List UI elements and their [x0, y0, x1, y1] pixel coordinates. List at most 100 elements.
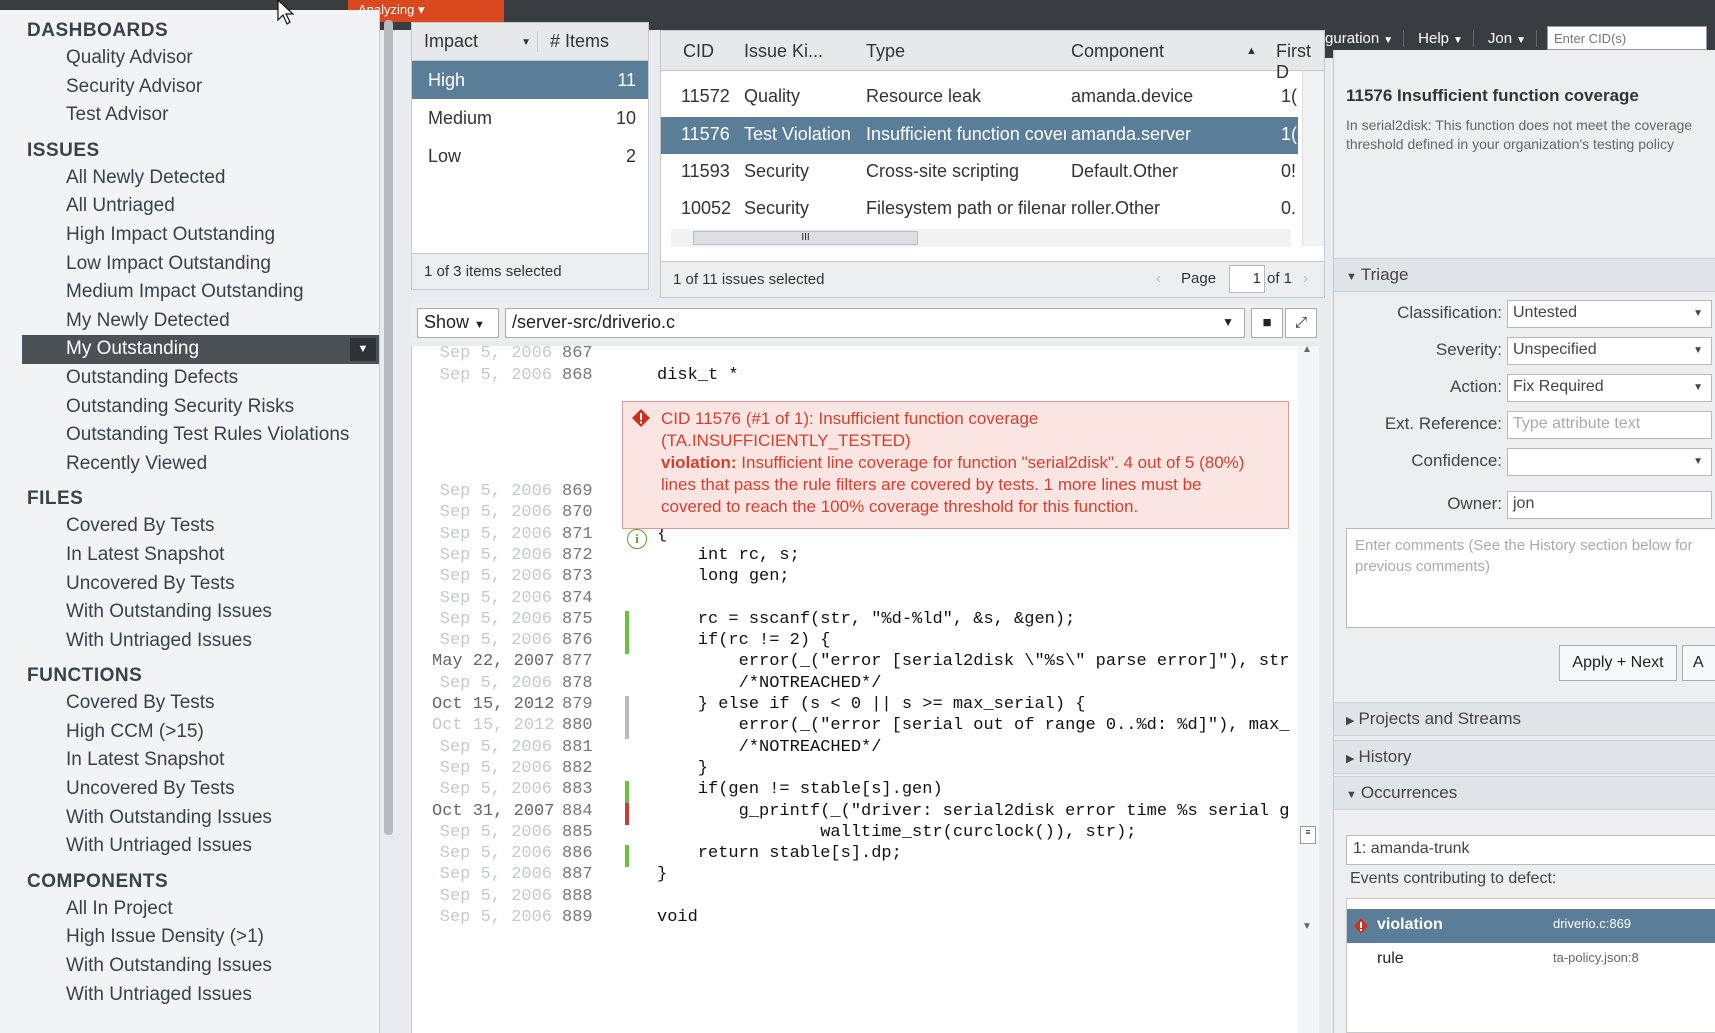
issue-first-detected: 1( [1281, 86, 1298, 106]
issues-horizontal-scrollbar[interactable]: III [671, 229, 1291, 247]
type-column-header[interactable]: Type [866, 41, 905, 62]
sidebar-item-components-high-density[interactable]: High Issue Density (>1) [0, 923, 379, 952]
issue-row[interactable]: 11593 Security Cross-site scripting Defa… [661, 154, 1298, 191]
sidebar-item-functions-untriaged[interactable]: With Untriaged Issues [0, 832, 379, 861]
sidebar-item-outstanding-defects[interactable]: Outstanding Defects [0, 364, 379, 393]
issue-type: Insufficient function cover: [866, 124, 1066, 144]
sidebar-item-components-untriaged[interactable]: With Untriaged Issues [0, 981, 379, 1010]
next-page-icon[interactable]: › [1303, 270, 1308, 287]
owner-input[interactable]: jon [1507, 491, 1712, 519]
scroll-down-icon[interactable]: ▼ [1302, 921, 1312, 932]
issue-row[interactable]: 10052 Security Filesystem path or filena… [661, 191, 1298, 228]
sidebar-item-files-outstanding[interactable]: With Outstanding Issues [0, 598, 379, 627]
classification-select[interactable]: Untested ▼ [1507, 300, 1712, 328]
line-number: 886 [562, 844, 593, 864]
page-input[interactable]: 1 [1229, 265, 1265, 293]
sidebar-item-functions-latest[interactable]: In Latest Snapshot [0, 746, 379, 775]
scroll-up-icon[interactable]: ▲ [1302, 346, 1312, 355]
sidebar-item-components-outstanding[interactable]: With Outstanding Issues [0, 952, 379, 981]
issue-row[interactable]: 11572 Quality Resource leak amanda.devic… [661, 79, 1298, 116]
chevron-down-icon: ▼ [1693, 456, 1703, 467]
sidebar-item-components-all[interactable]: All In Project [0, 895, 379, 924]
scroll-thumb[interactable]: III [693, 231, 918, 245]
line-number: 880 [562, 716, 593, 736]
triage-section-header[interactable]: ▼ Triage [1334, 258, 1715, 292]
sidebar-item-outstanding-test-rules[interactable]: Outstanding Test Rules Violations [0, 421, 379, 450]
issue-kind: Test Violation [744, 124, 851, 144]
sidebar-item-files-covered[interactable]: Covered By Tests [0, 512, 379, 541]
owner-label: Owner: [1447, 494, 1502, 513]
cid-column-header[interactable]: CID [683, 41, 714, 62]
sidebar-item-high-impact[interactable]: High Impact Outstanding [0, 221, 379, 250]
info-icon[interactable]: i [627, 529, 647, 549]
sort-ascending-icon[interactable]: ▲ [1246, 45, 1257, 57]
prev-page-icon[interactable]: ‹ [1156, 270, 1161, 287]
apply-button[interactable]: A [1682, 645, 1715, 681]
severity-select[interactable]: Unspecified ▼ [1507, 337, 1712, 365]
sidebar-item-all-untriaged[interactable]: All Untriaged [0, 192, 379, 221]
chevron-down-icon[interactable]: ▼ [521, 37, 531, 48]
projects-streams-section-header[interactable]: ▶ Projects and Streams [1334, 702, 1715, 736]
sidebar-item-files-latest[interactable]: In Latest Snapshot [0, 541, 379, 570]
issues-selected-count: 1 of 11 issues selected [673, 271, 825, 288]
issue-first-detected: 0. [1281, 198, 1297, 218]
user-menu[interactable]: Jon ▼ [1478, 29, 1537, 47]
help-menu[interactable]: Help ▼ [1408, 29, 1474, 47]
sidebar-item-quality-advisor[interactable]: Quality Advisor [0, 44, 379, 73]
chevron-down-icon[interactable]: ▼ [350, 338, 376, 362]
occurrences-section-header[interactable]: ▼ Occurrences [1334, 776, 1715, 810]
items-column-header[interactable]: # Items [537, 31, 609, 52]
line-code: disk_t * [657, 366, 739, 385]
sidebar-item-files-untriaged[interactable]: With Untriaged Issues [0, 627, 379, 656]
sidebar-scrollbar[interactable] [384, 20, 393, 835]
line-code: if(rc != 2) { [657, 631, 831, 651]
sidebar-item-medium-impact[interactable]: Medium Impact Outstanding [0, 278, 379, 307]
confidence-select[interactable]: ▼ [1507, 448, 1712, 476]
expand-icon[interactable]: ⤢ [1285, 308, 1317, 338]
sidebar-item-all-newly-detected[interactable]: All Newly Detected [0, 164, 379, 193]
code-line: Sep 5, 2006 867 [412, 346, 1292, 368]
issue-type: Resource leak [866, 86, 982, 106]
line-code: error(_("error [serial2disk \"%s\" parse… [657, 652, 1290, 672]
folder-icon[interactable]: ■ [1251, 308, 1283, 338]
sidebar-item-functions-high-ccm[interactable]: High CCM (>15) [0, 718, 379, 747]
action-select[interactable]: Fix Required ▼ [1507, 374, 1712, 402]
occurrence-select[interactable]: 1: amanda-trunk [1346, 835, 1715, 865]
sidebar-item-security-advisor[interactable]: Security Advisor [0, 73, 379, 102]
apply-next-button[interactable]: Apply + Next [1559, 645, 1677, 681]
line-number: 888 [562, 886, 593, 906]
issue-kind-column-header[interactable]: Issue Ki... [744, 41, 823, 62]
sidebar-item-test-advisor[interactable]: Test Advisor [0, 101, 379, 130]
impact-column-header[interactable]: Impact ▼ [412, 31, 537, 52]
history-section-header[interactable]: ▶ History [1334, 740, 1715, 774]
cid-search-input[interactable] [1547, 26, 1707, 50]
file-path-dropdown[interactable]: /server-src/driverio.c ▼ [505, 308, 1245, 338]
sidebar-item-functions-outstanding[interactable]: With Outstanding Issues [0, 804, 379, 833]
code-vertical-scrollbar[interactable]: ▲ ≡ ▼ [1297, 346, 1319, 1033]
caret-down-icon: ▼ [1346, 789, 1357, 801]
sidebar-item-my-newly-detected[interactable]: My Newly Detected [0, 307, 379, 336]
line-number: 868 [562, 366, 593, 385]
chevron-down-icon: ▼ [1516, 34, 1526, 46]
sidebar-item-files-uncovered[interactable]: Uncovered By Tests [0, 570, 379, 599]
issue-row-selected[interactable]: 11576 Test Violation Insufficient functi… [661, 117, 1298, 154]
sidebar-item-recently-viewed[interactable]: Recently Viewed [0, 450, 379, 479]
issues-vertical-scrollbar[interactable] [1302, 71, 1324, 246]
sidebar-item-functions-uncovered[interactable]: Uncovered By Tests [0, 775, 379, 804]
ext-reference-input[interactable]: Type attribute text [1507, 411, 1712, 439]
sidebar-item-outstanding-security[interactable]: Outstanding Security Risks [0, 393, 379, 422]
impact-row-low[interactable]: Low 2 [412, 137, 648, 175]
impact-row-high[interactable]: High 11 [412, 61, 648, 99]
sidebar-item-low-impact[interactable]: Low Impact Outstanding [0, 250, 379, 279]
chevron-down-icon: ▼ [1693, 308, 1703, 319]
sidebar-item-functions-covered[interactable]: Covered By Tests [0, 689, 379, 718]
component-column-header[interactable]: Component [1071, 41, 1164, 62]
comments-textarea[interactable]: Enter comments (See the History section … [1346, 528, 1715, 628]
chevron-down-icon: ▼ [1693, 345, 1703, 356]
event-row-selected[interactable]: violation driverio.c:869 [1347, 909, 1715, 943]
sidebar-item-my-outstanding[interactable]: My Outstanding ▼ [22, 335, 379, 364]
event-row[interactable]: rule ta-policy.json:8 [1347, 943, 1715, 977]
show-dropdown[interactable]: Show ▼ [417, 308, 499, 338]
impact-row-medium[interactable]: Medium 10 [412, 99, 648, 137]
list-icon[interactable]: ≡ [1300, 826, 1316, 844]
